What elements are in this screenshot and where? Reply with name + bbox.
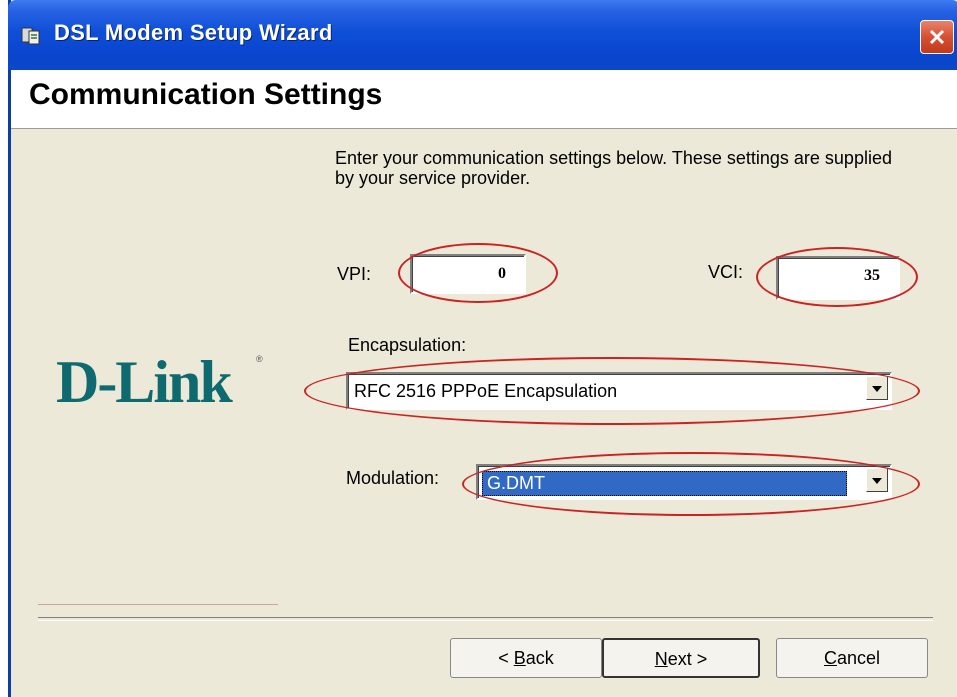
chevron-down-icon	[872, 386, 882, 392]
vpi-label: VPI:	[337, 264, 372, 284]
chevron-down-icon	[872, 478, 882, 484]
encapsulation-value: RFC 2516 PPPoE Encapsulation	[354, 381, 618, 401]
vpi-input[interactable]: 0	[410, 254, 526, 294]
instructions-text: Enter your communication settings below.…	[335, 148, 892, 188]
close-icon	[929, 29, 945, 45]
modulation-dropdown[interactable]: G.DMT	[476, 464, 892, 500]
modulation-value: G.DMT	[482, 471, 847, 496]
cancel-button[interactable]: Cancel	[776, 638, 928, 678]
dlink-logo: D-Link	[56, 349, 233, 415]
back-hotkey: B	[513, 648, 526, 668]
modulation-label: Modulation:	[346, 468, 440, 488]
next-label-rest: ext >	[667, 649, 708, 669]
close-button[interactable]	[920, 20, 954, 54]
vci-label: VCI:	[708, 262, 744, 282]
logo-divider	[38, 604, 278, 605]
next-hotkey: N	[654, 649, 668, 669]
cancel-label-rest: ancel	[836, 648, 881, 668]
cancel-hotkey: C	[823, 648, 837, 668]
footer-separator	[38, 617, 933, 621]
wizard-icon	[20, 25, 42, 47]
back-prefix: <	[498, 648, 514, 668]
encapsulation-dropdown-button[interactable]	[866, 376, 888, 400]
encapsulation-label: Encapsulation:	[348, 335, 467, 355]
back-button[interactable]: < Back	[450, 638, 602, 678]
window-title: DSL Modem Setup Wizard	[54, 20, 333, 45]
page-title: Communication Settings	[29, 78, 383, 111]
vci-input[interactable]: 35	[776, 256, 900, 300]
title-bar[interactable]: DSL Modem Setup Wizard	[8, 0, 957, 70]
next-button[interactable]: Next >	[602, 638, 760, 678]
registered-mark: ®	[256, 354, 263, 364]
page-header: Communication Settings	[11, 70, 957, 129]
modulation-dropdown-button[interactable]	[866, 468, 888, 492]
encapsulation-dropdown[interactable]: RFC 2516 PPPoE Encapsulation	[346, 372, 892, 410]
back-label-rest: ack	[525, 648, 554, 668]
